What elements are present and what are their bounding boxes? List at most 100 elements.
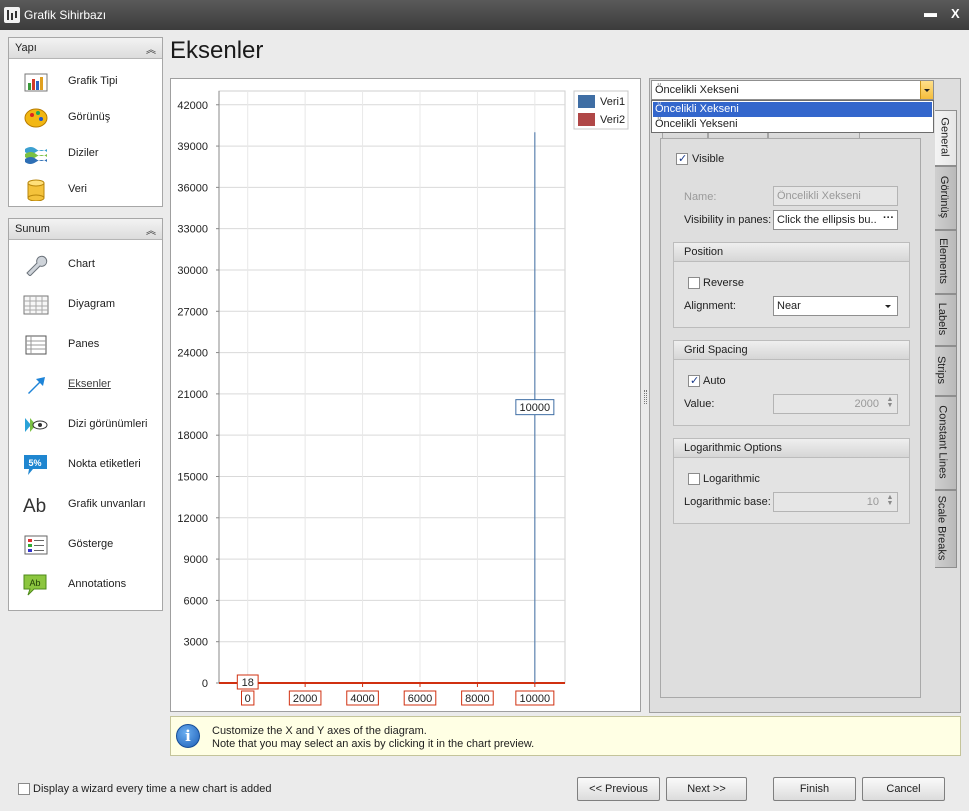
visibility-panes-field[interactable]: Click the ellipsis bu... ···: [773, 210, 898, 230]
y-tick-label: 24000: [177, 348, 208, 360]
nav-item-label: Eksenler: [68, 378, 111, 390]
visibility-panes-value: Click the ellipsis bu...: [777, 214, 877, 226]
axis-selector-value: Öncelikli Xekseni: [655, 84, 739, 96]
grid-spacing-group-header: Grid Spacing: [674, 341, 909, 360]
x-tick-label: 2000: [293, 693, 317, 705]
axis-selector-combo[interactable]: Öncelikli Xekseni: [651, 80, 934, 100]
vtab-label: General: [938, 117, 951, 157]
chevron-down-icon: [885, 305, 891, 308]
logarithmic-group-title: Logarithmic Options: [684, 442, 782, 454]
chart-svg[interactable]: 0 3000 6000 9000 12000 15000 18000 21000 24000 27…: [171, 79, 640, 711]
nav-item-annotations[interactable]: Ab Annotations: [9, 567, 162, 603]
nav-item-label: Gösterge: [68, 538, 114, 550]
reverse-checkbox[interactable]: [688, 277, 700, 289]
alignment-select[interactable]: Near: [773, 296, 898, 316]
y-tick-label: 6000: [184, 595, 208, 607]
nav-item-diagram[interactable]: Diyagram: [9, 287, 162, 323]
grid-icon: [23, 295, 49, 315]
nav-item-label: Grafik Tipi: [68, 75, 118, 87]
y-tick-label: 0: [202, 678, 208, 690]
chevron-down-icon[interactable]: [920, 81, 933, 99]
nav-item-axes[interactable]: Eksenler: [9, 367, 162, 403]
vtab-scale-breaks[interactable]: Scale Breaks: [935, 490, 957, 568]
app-chart-icon: [4, 7, 20, 23]
nav-item-label: Dizi görünümleri: [68, 418, 148, 430]
vtab-general[interactable]: General: [935, 110, 957, 166]
grid-value-label: Value:: [684, 398, 715, 410]
info-bar: i Customize the X and Y axes of the diag…: [170, 716, 961, 756]
name-field-value: Öncelikli Xekseni: [777, 190, 861, 202]
dropdown-option-primary-y[interactable]: Öncelikli Yekseni: [653, 117, 932, 132]
data-label: 10000: [520, 402, 551, 414]
point-label-icon: 5%: [24, 455, 47, 475]
y-tick-label: 18000: [177, 430, 208, 442]
next-button[interactable]: Next >>: [666, 777, 747, 801]
panes-icon: [25, 335, 47, 355]
y-tick-label: 15000: [177, 471, 208, 483]
splitter-handle[interactable]: [644, 390, 647, 404]
visibility-label: Visibility in panes:: [684, 214, 772, 226]
x-tick-label: 4000: [350, 693, 374, 705]
series-layers-icon: [25, 147, 47, 164]
nav-item-point-labels[interactable]: 5% Nokta etiketleri: [9, 447, 162, 483]
alignment-label: Alignment:: [684, 300, 736, 312]
nav-item-series[interactable]: Diziler: [9, 136, 162, 172]
log-base-value: 10: [866, 496, 879, 508]
y-tick-label: 42000: [177, 100, 208, 112]
nav-item-panes[interactable]: Panes: [9, 327, 162, 363]
minimize-icon[interactable]: ▬: [924, 5, 937, 20]
x-tick-label: 0: [245, 693, 251, 705]
structure-panel-title: Yapı: [15, 42, 37, 54]
ab-glyph: Ab: [23, 496, 46, 516]
alignment-value: Near: [777, 300, 801, 312]
vtab-label: Constant Lines: [936, 405, 949, 479]
nav-item-legend[interactable]: Gösterge: [9, 527, 162, 563]
y-tick-label: 33000: [177, 224, 208, 236]
previous-button[interactable]: << Previous: [577, 777, 660, 801]
nav-item-appearance[interactable]: Görünüş: [9, 100, 162, 136]
vtab-labels[interactable]: Labels: [935, 294, 957, 346]
cancel-button[interactable]: Cancel: [862, 777, 945, 801]
nav-item-chart-titles[interactable]: Ab Grafik unvanları: [9, 487, 162, 523]
collapse-icon[interactable]: ︽: [146, 222, 156, 237]
legend-swatch: [578, 113, 595, 126]
vtab-gorunus[interactable]: Görünüş: [935, 166, 957, 230]
nav-item-label: Görünüş: [68, 111, 111, 123]
wrench-icon: [26, 255, 48, 276]
nav-item-chart-type[interactable]: Grafik Tipi: [9, 64, 162, 100]
vtab-constant-lines[interactable]: Constant Lines: [935, 396, 957, 490]
vtab-strips[interactable]: Strips: [935, 346, 957, 396]
nav-item-label: Diziler: [68, 147, 99, 159]
auto-checkbox[interactable]: [688, 374, 700, 387]
bar-chart-icon: [24, 73, 48, 92]
ellipsis-button[interactable]: ···: [883, 212, 894, 224]
title-bar: Grafik Sihirbazı ▬ X: [0, 0, 969, 30]
y-tick-label: 39000: [177, 141, 208, 153]
close-icon[interactable]: X: [951, 6, 960, 21]
wizard-checkbox[interactable]: [18, 783, 30, 795]
finish-button[interactable]: Finish: [773, 777, 856, 801]
presentation-panel-header[interactable]: Sunum ︽: [9, 219, 162, 240]
nav-item-series-views[interactable]: Dizi görünümleri: [9, 407, 162, 443]
logarithmic-label: Logarithmic: [703, 473, 760, 485]
info-icon: i: [176, 724, 200, 748]
nav-item-label: Annotations: [68, 578, 127, 590]
vtab-elements[interactable]: Elements: [935, 230, 957, 294]
structure-panel: Yapı ︽ Grafik Tipi Görünüş Diziler Veri: [8, 37, 163, 207]
log-base-label: Logarithmic base:: [684, 496, 771, 508]
spinner-arrows-icon: ▲ ▼: [886, 494, 894, 507]
logarithmic-checkbox[interactable]: [688, 473, 700, 485]
page-title: Eksenler: [170, 37, 264, 64]
visible-checkbox[interactable]: [676, 152, 688, 165]
plot-area: [218, 90, 566, 684]
grid-spacing-group-title: Grid Spacing: [684, 344, 748, 356]
y-tick-label: 27000: [177, 306, 208, 318]
dropdown-option-primary-x[interactable]: Öncelikli Xekseni: [653, 102, 932, 117]
x-tick-label: 8000: [465, 693, 489, 705]
structure-panel-header[interactable]: Yapı ︽: [9, 38, 162, 59]
nav-item-data[interactable]: Veri: [9, 172, 162, 208]
collapse-icon[interactable]: ︽: [146, 41, 156, 56]
nav-item-chart[interactable]: Chart: [9, 247, 162, 283]
nav-item-label: Nokta etiketleri: [68, 458, 141, 470]
chart-preview[interactable]: 0 3000 6000 9000 12000 15000 18000 21000 24000 27…: [170, 78, 641, 712]
